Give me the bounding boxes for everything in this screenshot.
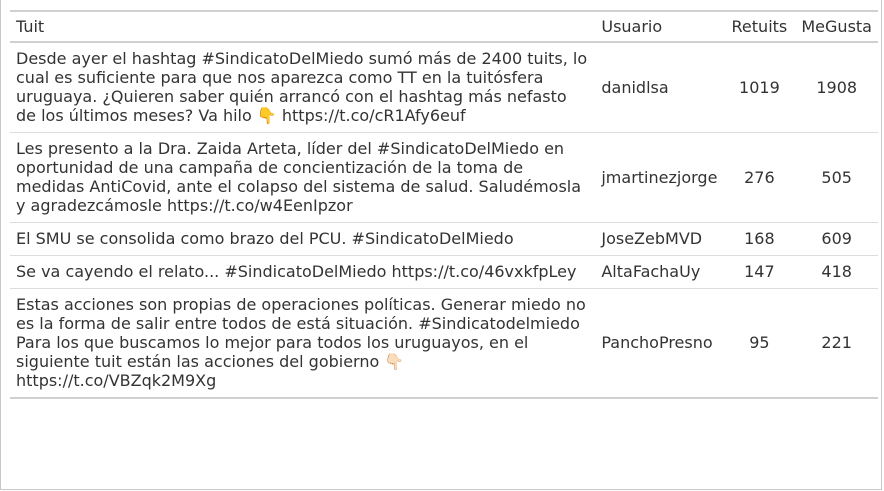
column-header-likes[interactable]: MeGusta <box>795 10 878 43</box>
user-cell: AltaFachaUy <box>595 255 724 289</box>
tweets-table: Tuit Usuario Retuits MeGusta Desde ayer … <box>10 10 878 399</box>
likes-cell: 505 <box>795 132 878 223</box>
table-row: Se va cayendo el relato... #SindicatoDel… <box>10 255 878 289</box>
table-header: Tuit Usuario Retuits MeGusta <box>10 10 878 43</box>
likes-cell: 1908 <box>795 42 878 133</box>
likes-cell: 221 <box>795 288 878 399</box>
table-body: Desde ayer el hashtag #SindicatoDelMiedo… <box>10 42 878 399</box>
retweets-cell: 1019 <box>723 42 796 133</box>
user-cell: jmartinezjorge <box>595 132 724 223</box>
column-header-tweet[interactable]: Tuit <box>10 10 596 43</box>
retweets-cell: 95 <box>723 288 796 399</box>
tweet-text-cell: Estas acciones son propias de operacione… <box>10 288 596 399</box>
column-header-retweets[interactable]: Retuits <box>723 10 796 43</box>
retweets-cell: 147 <box>723 255 796 289</box>
table-row: El SMU se consolida como brazo del PCU. … <box>10 222 878 256</box>
retweets-cell: 276 <box>723 132 796 223</box>
likes-cell: 609 <box>795 222 878 256</box>
tweet-text-cell: Les presento a la Dra. Zaida Arteta, líd… <box>10 132 596 223</box>
tweet-text-cell: Desde ayer el hashtag #SindicatoDelMiedo… <box>10 42 596 133</box>
retweets-cell: 168 <box>723 222 796 256</box>
likes-cell: 418 <box>795 255 878 289</box>
user-cell: JoseZebMVD <box>595 222 724 256</box>
tweet-text-cell: El SMU se consolida como brazo del PCU. … <box>10 222 596 256</box>
table-row: Les presento a la Dra. Zaida Arteta, líd… <box>10 132 878 223</box>
header-row: Tuit Usuario Retuits MeGusta <box>10 10 878 43</box>
column-header-user[interactable]: Usuario <box>595 10 724 43</box>
table-row: Desde ayer el hashtag #SindicatoDelMiedo… <box>10 42 878 133</box>
user-cell: PanchoPresno <box>595 288 724 399</box>
user-cell: danidlsa <box>595 42 724 133</box>
table-row: Estas acciones son propias de operacione… <box>10 288 878 399</box>
tweet-text-cell: Se va cayendo el relato... #SindicatoDel… <box>10 255 596 289</box>
